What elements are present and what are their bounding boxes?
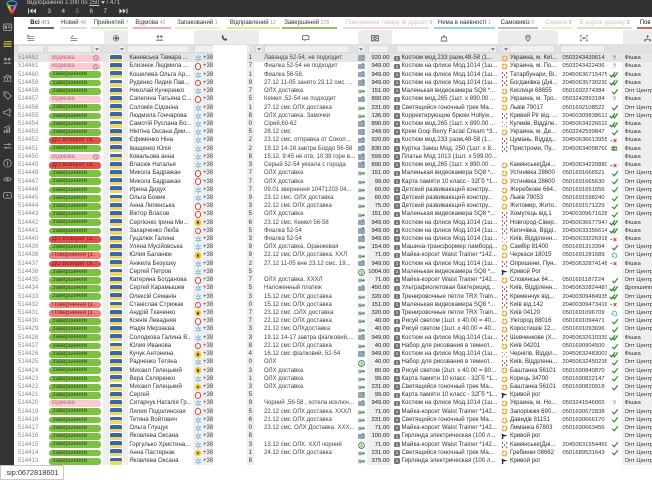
svg-text:$: $	[360, 443, 363, 448]
svg-text:$: $	[360, 361, 363, 366]
svg-text:$: $	[360, 270, 363, 275]
